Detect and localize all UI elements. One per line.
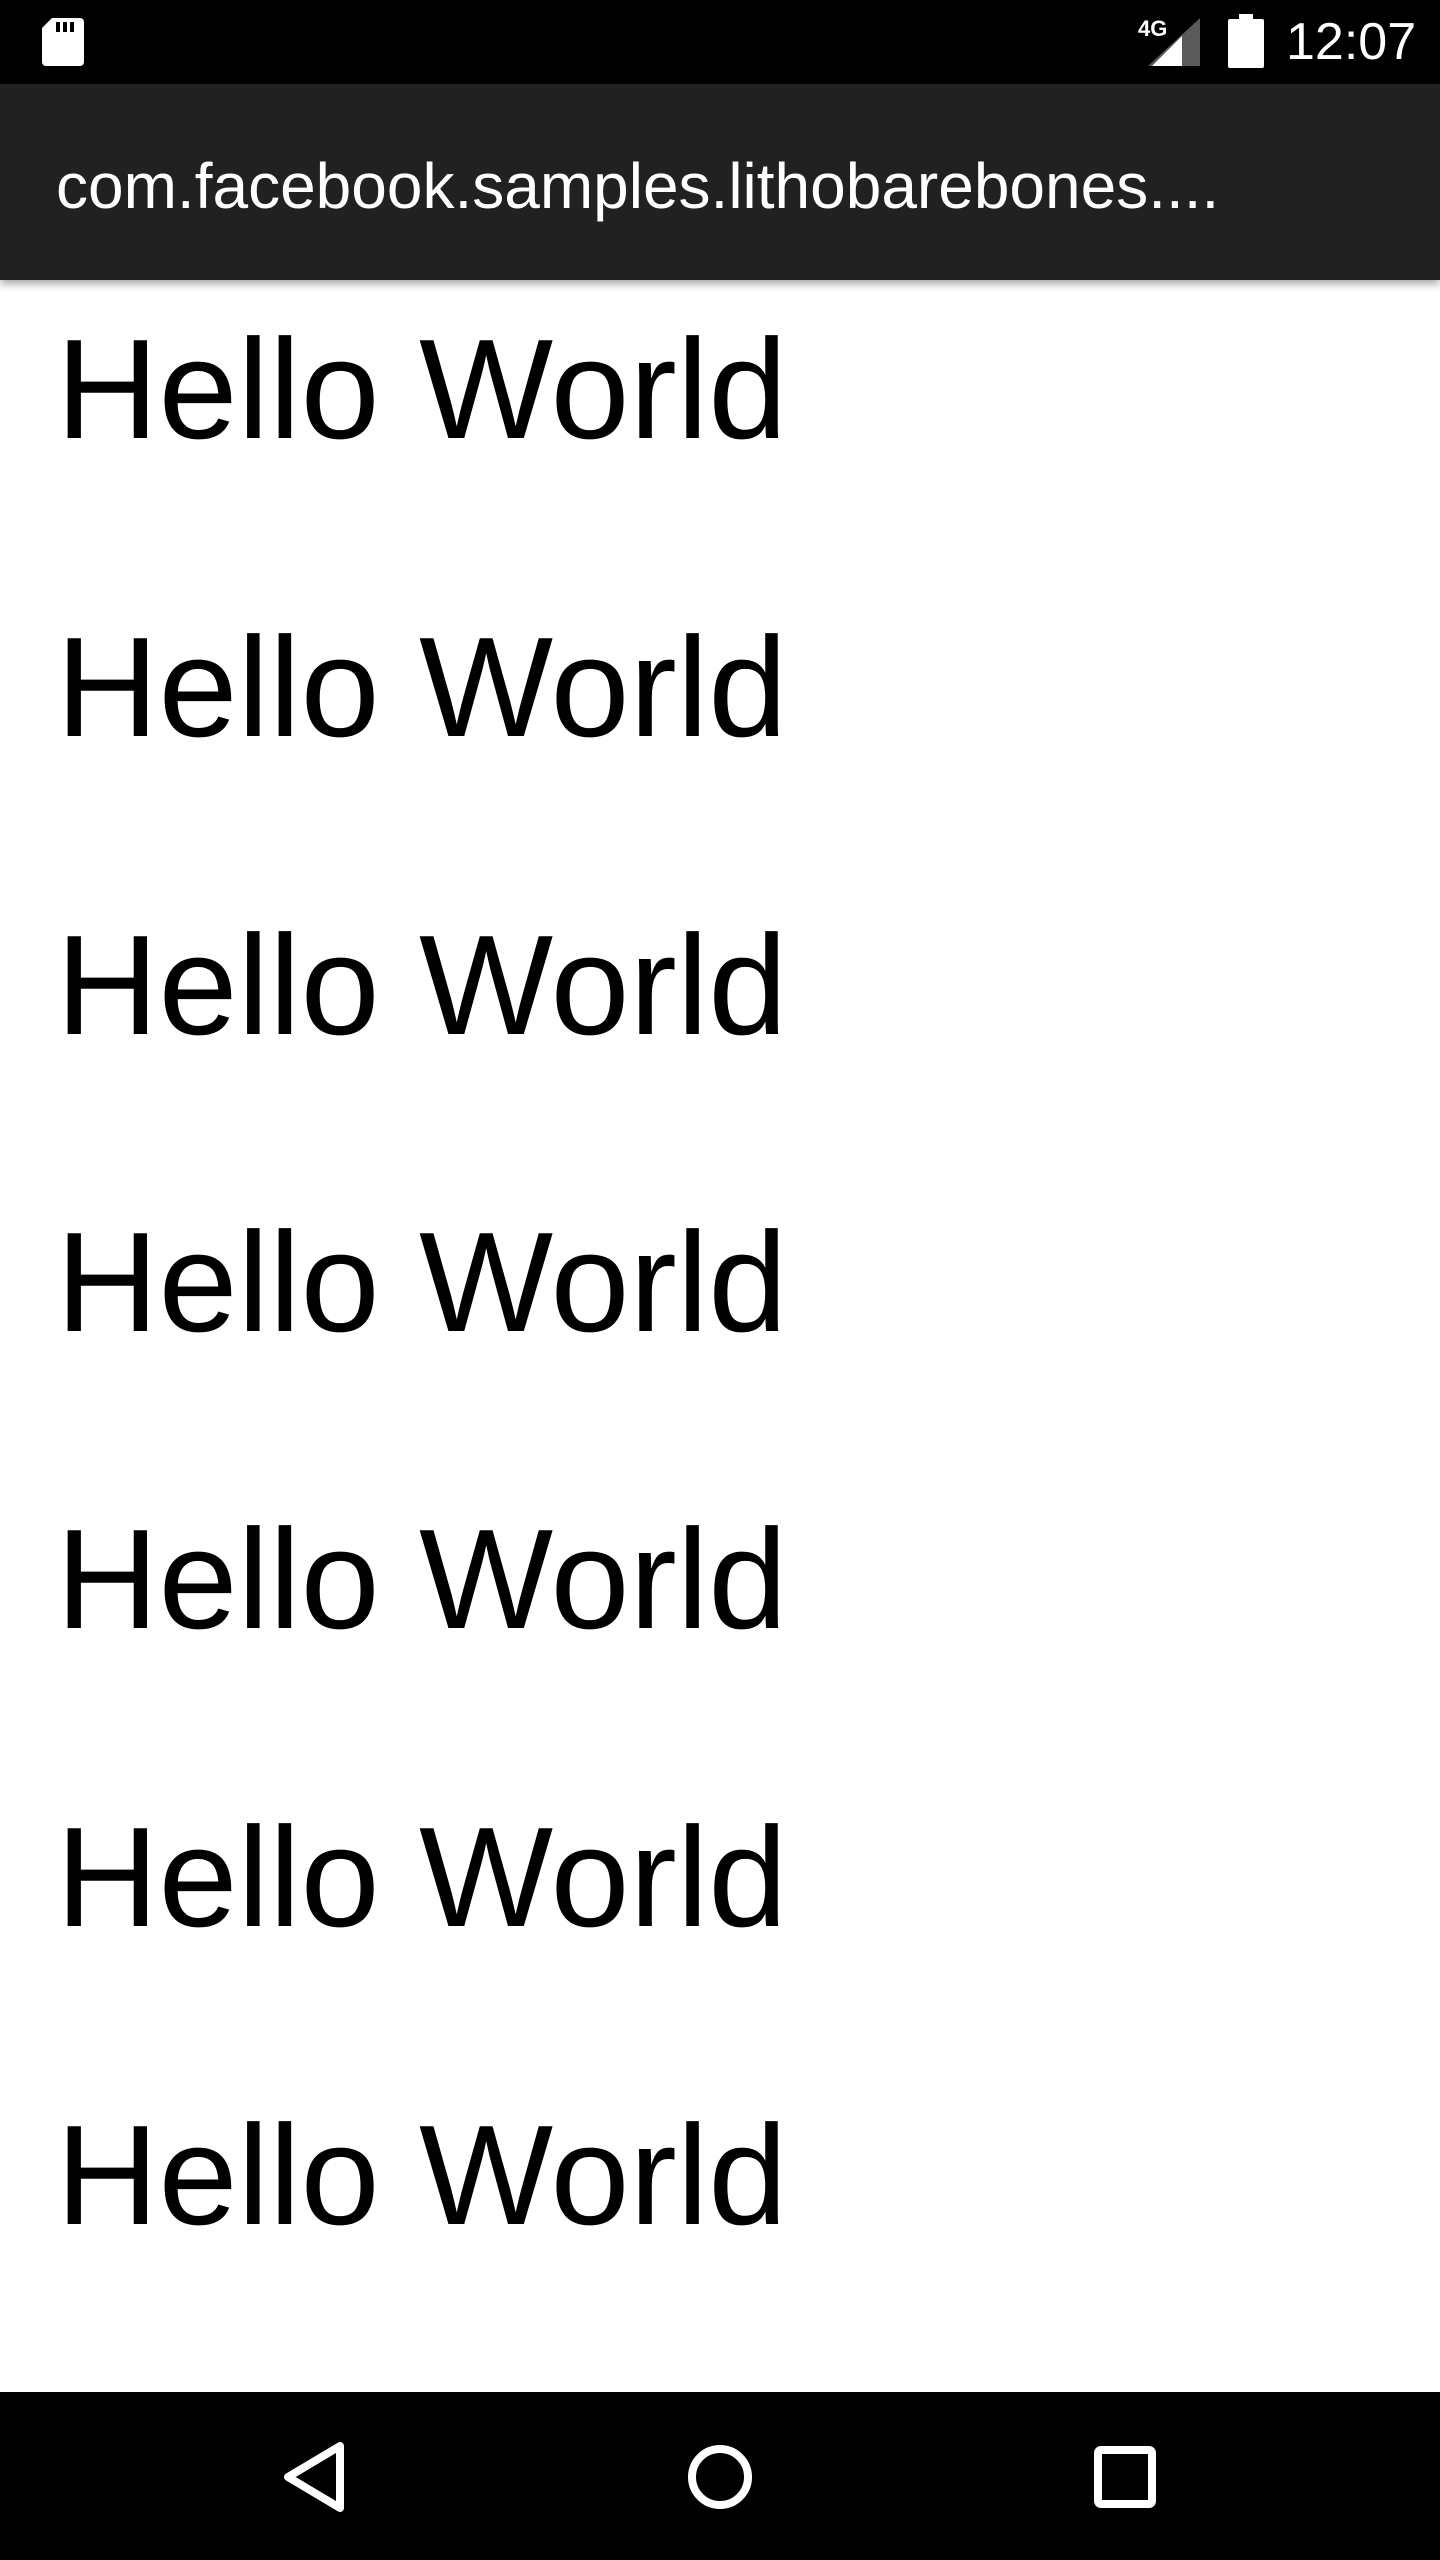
status-clock: 12:07 bbox=[1286, 13, 1417, 71]
list-item[interactable]: Hello World bbox=[56, 1173, 787, 1393]
app-bar: com.facebook.samples.lithobarebones.... bbox=[0, 84, 1440, 280]
home-button[interactable] bbox=[665, 2422, 775, 2532]
back-icon bbox=[284, 2442, 344, 2512]
list-view[interactable]: Hello World Hello World Hello World Hell… bbox=[0, 280, 1440, 2392]
signal-icon bbox=[1148, 18, 1200, 66]
list-item[interactable]: Hello World bbox=[56, 1768, 787, 1988]
home-icon bbox=[688, 2445, 752, 2509]
list-item[interactable]: Hello World bbox=[56, 1470, 787, 1690]
recents-button[interactable] bbox=[1070, 2422, 1180, 2532]
sd-card-icon bbox=[42, 18, 84, 66]
navigation-bar bbox=[0, 2392, 1440, 2560]
list-item[interactable]: Hello World bbox=[56, 578, 787, 798]
recents-icon bbox=[1094, 2446, 1156, 2508]
battery-icon bbox=[1228, 14, 1264, 68]
list-item[interactable]: Hello World bbox=[56, 876, 787, 1096]
status-bar: 4G 12:07 bbox=[0, 0, 1440, 84]
list-item[interactable]: Hello World bbox=[56, 2066, 787, 2286]
back-button[interactable] bbox=[260, 2422, 370, 2532]
list-item[interactable]: Hello World bbox=[56, 280, 787, 500]
app-title: com.facebook.samples.lithobarebones.... bbox=[56, 150, 1220, 222]
